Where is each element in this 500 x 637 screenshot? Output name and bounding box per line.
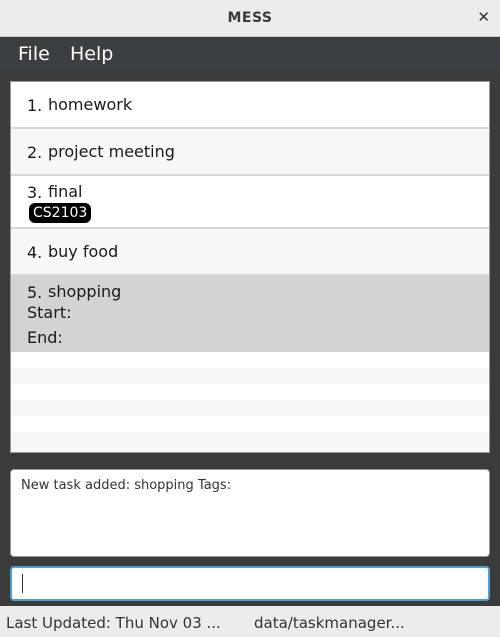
text-caret <box>22 574 23 593</box>
task-name: final <box>48 182 83 201</box>
result-message: New task added: shopping Tags: <box>21 478 232 493</box>
file-path-status: data/taskmanager... <box>254 614 405 632</box>
empty-row <box>11 352 489 368</box>
command-input[interactable] <box>10 566 490 601</box>
task-index: 2. <box>27 143 43 162</box>
menu-file[interactable]: File <box>18 43 50 65</box>
last-updated-status: Last Updated: Thu Nov 03 ... <box>6 614 221 632</box>
menu-bar: File Help <box>0 37 500 71</box>
task-index: 5. <box>27 283 43 302</box>
task-start-label: Start: <box>27 303 72 322</box>
task-card-1[interactable]: 1. homework <box>11 82 489 129</box>
empty-row <box>11 416 489 432</box>
result-display[interactable]: New task added: shopping Tags: <box>10 469 490 557</box>
task-end-label: End: <box>27 328 63 347</box>
task-name: project meeting <box>48 142 175 161</box>
empty-row <box>11 400 489 416</box>
title-bar: MESS ✕ <box>0 0 500 37</box>
task-card-2[interactable]: 2. project meeting <box>11 129 489 176</box>
empty-row <box>11 368 489 384</box>
task-index: 1. <box>27 96 43 115</box>
empty-row <box>11 432 489 452</box>
menu-help[interactable]: Help <box>70 43 113 65</box>
task-name: buy food <box>48 242 119 261</box>
task-card-5[interactable]: 5. shopping Start: End: <box>11 276 489 352</box>
task-name: homework <box>48 95 133 114</box>
tag-badge: CS2103 <box>29 203 92 223</box>
task-card-4[interactable]: 4. buy food <box>11 229 489 276</box>
empty-row <box>11 384 489 400</box>
task-index: 3. <box>27 183 43 202</box>
task-index: 4. <box>27 243 43 262</box>
task-list[interactable]: 1. homework 2. project meeting 3. final … <box>10 81 490 453</box>
status-bar: Last Updated: Thu Nov 03 ... data/taskma… <box>0 606 500 637</box>
task-card-3[interactable]: 3. final CS2103 <box>11 176 489 229</box>
window-title: MESS <box>227 10 273 26</box>
close-icon[interactable]: ✕ <box>477 8 490 26</box>
task-name: shopping <box>48 282 122 301</box>
